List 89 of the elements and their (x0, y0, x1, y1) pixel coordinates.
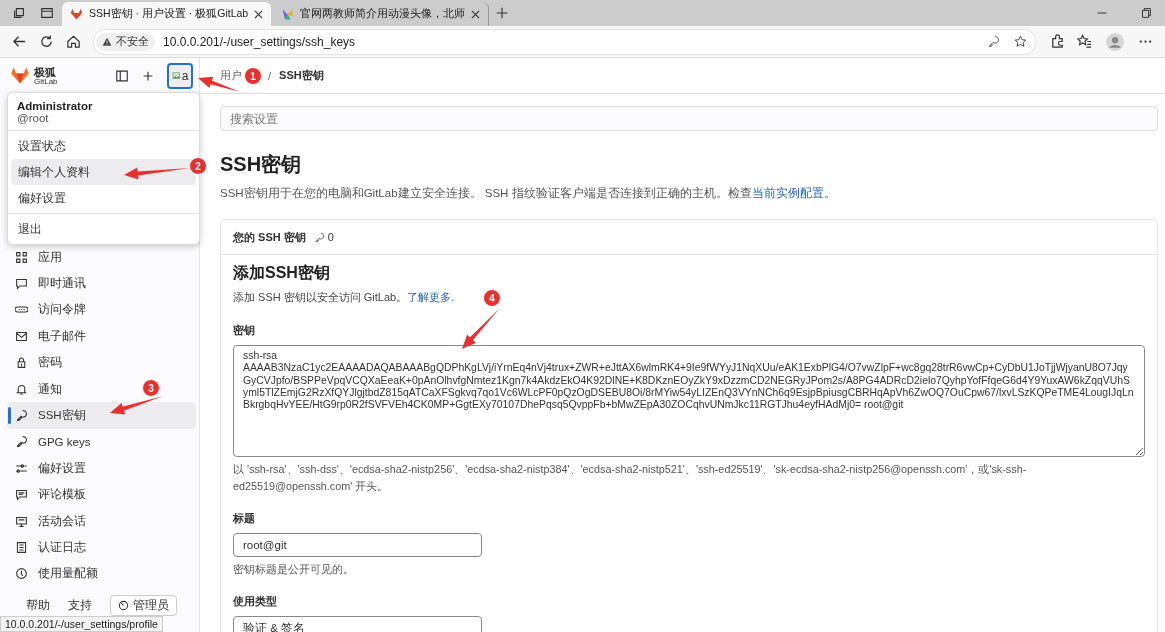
sidebar-item[interactable]: 密码 (7, 349, 70, 376)
learn-more-link[interactable]: 了解更多. (407, 291, 455, 303)
support-link[interactable]: 支持 (68, 598, 92, 614)
plus-icon[interactable] (141, 69, 155, 83)
avatar-button[interactable]: a (167, 63, 193, 89)
favorites-icon[interactable] (1077, 34, 1092, 49)
step-number-badge: 1 (244, 67, 262, 85)
sliders-icon (15, 461, 28, 475)
title-help-text: 密钥标题是公开可见的。 (233, 562, 355, 577)
colorful-logo-icon (281, 7, 295, 21)
sidebar-toggle-icon[interactable] (115, 69, 129, 83)
instance-config-link[interactable]: 当前实例配置 (751, 187, 824, 199)
key-help-text: 以 'ssh-rsa'、'ssh-dss'、'ecdsa-sha2-nistp256'、'ecdsa-sha2-nistp384'、'ecdsa-sha2-nistp521'、'ssh-ed25519'、'sk-ecdsa-sha2-nistp256@openssh.com'，或'sk-ssh-ed25519@openssh.com' 开头。 (233, 462, 1028, 494)
sidebar-item[interactable]: SSH密钥 (7, 402, 196, 429)
mail-icon (15, 329, 28, 343)
warning-icon (102, 36, 112, 47)
menu-item[interactable]: 编辑个人资料 (11, 159, 196, 185)
sign-out-item[interactable]: 退出 (11, 216, 196, 242)
security-badge[interactable]: 不安全 (96, 32, 155, 51)
form-subtitle: 添加 SSH 密钥以安全访问 GitLab。了解更多. (233, 290, 455, 305)
annotation-arrow (110, 396, 163, 415)
key-count: 0 (327, 231, 334, 243)
brand-name: 极狐 (34, 66, 57, 78)
fox-logo-icon[interactable] (10, 66, 30, 86)
close-icon[interactable] (471, 9, 481, 19)
key-icon[interactable] (987, 35, 1000, 48)
help-link[interactable]: 帮助 (26, 598, 50, 614)
gauge-icon (15, 567, 28, 581)
sidebar-item[interactable]: GPG keys (7, 428, 99, 456)
page-title: SSH密钥 (220, 152, 303, 177)
field-label: 使用类型 (233, 594, 278, 609)
menu-item[interactable]: 设置状态 (11, 133, 196, 159)
back-icon[interactable] (12, 34, 27, 49)
log-icon (15, 541, 28, 554)
field-label: 密钥 (233, 323, 256, 338)
annotation-arrow (124, 167, 190, 180)
url-text: 10.0.0.201/-/user_settings/ssh_keys (163, 34, 356, 49)
refresh-icon[interactable] (39, 34, 54, 49)
search-field[interactable]: 搜索设置 (220, 106, 1158, 131)
profile-avatar-icon[interactable] (1106, 32, 1124, 51)
sidebar-item[interactable]: 电子邮件 (7, 323, 94, 350)
sidebar-item[interactable]: 即时通讯 (7, 270, 94, 297)
admin-icon (118, 600, 129, 612)
breadcrumb-separator: / (268, 69, 272, 82)
page-description: SSH密钥用于在您的电脑和GitLab建立安全连接。 SSH 指纹验证客户端是否连接到正确的主机。检查当前实例配置。 (220, 186, 837, 201)
extensions-icon[interactable] (1050, 34, 1065, 49)
workspaces-icon[interactable] (12, 6, 26, 20)
sidebar-item[interactable]: 使用量配额 (7, 560, 106, 588)
menu-item[interactable]: 偏好设置 (11, 185, 196, 211)
form-title: 添加SSH密钥 (233, 263, 331, 283)
card-title: 您的 SSH 密钥 (233, 229, 306, 245)
key-icon (313, 231, 325, 243)
monitor-icon (15, 514, 28, 528)
new-tab-icon[interactable] (495, 6, 510, 20)
user-handle: @root (17, 112, 50, 124)
fox-logo-icon (70, 7, 83, 21)
status-bar-url: 10.0.0.201/-/user_settings/profile (0, 616, 163, 632)
field-label: 标题 (233, 511, 256, 526)
sidebar-item[interactable]: 评论模板 (7, 481, 94, 508)
admin-button[interactable]: 管理员 (110, 595, 177, 617)
key-field[interactable]: ssh-rsa AAAAB3NzaC1yc2EAAAADAQABAAABgQDPhKgLVj/iYrnEq4nVj4trux+ZWR+eJttAX6wlmRK4+9Ie9fWYyJ1NqXUu/eAK1ExbPlG4/O7vwZlpF+wc8gq28trR6vwCp+CyDbU1JoTjjWjyanU8O7JqyGyCVJpfo/BSPPeVpqVCQXaEeaK+0pAnOlhvfgNmtez1Kgn7k4AkdzEkO4K92DlNE+K8DKznEOyZkY9xDzzmCD2NEGRyJPom2s/A8PG4ADRcD2ielo7QyhpYofFfqeG6d4Y9YuxAW6kZqqVUhSyml5TlZEmjG2RzXfQYJlgjtbdZ815qATCaXFSgkvq7qo1Vc6WLcPF0pQzOgDSEBU8Oi/8rMYiw54yLIZEnQ3VYnNCh6q9EsjpBpiusgCBRHqApVh6ZwOQ7OuCpw67/lxvLSzKQPeTME4LougIJqLnBkrgbqHvYEE/HtG9rp0R2fSVFVEh4CK0MP+GgtEXy70107DhePqsq5QvppFb+bMwZEpA30ZOCqhvUNmJkc11RGTJhu4eyfHAdMj0= root@git (233, 345, 1145, 457)
sidebar-item[interactable]: 应用 (7, 244, 70, 271)
sidebar-item[interactable]: 通知 (7, 375, 70, 403)
close-icon[interactable] (254, 9, 264, 19)
breadcrumb-current[interactable]: SSH密钥 (279, 68, 324, 83)
lock-icon (15, 356, 28, 370)
key-icon (15, 435, 28, 449)
security-label: 不安全 (116, 34, 149, 49)
bell-icon (15, 382, 28, 396)
sidebar-item[interactable]: 活动会话 (7, 507, 94, 535)
apps-icon (15, 250, 28, 264)
comment-icon (15, 488, 28, 502)
broken-image-icon (171, 71, 182, 81)
sidebar-item[interactable]: 偏好设置 (7, 455, 94, 482)
breadcrumb-link[interactable]: 用户 (220, 68, 242, 83)
star-icon[interactable] (1014, 35, 1027, 48)
sidebar-item[interactable]: 访问令牌 (7, 296, 94, 324)
restore-icon[interactable] (1139, 6, 1153, 20)
address-bar[interactable]: 不安全 10.0.0.201/-/user_settings/ssh_keys (93, 28, 1036, 55)
sidebar-item[interactable]: 认证日志 (7, 534, 94, 561)
brand-subtitle: GitLab (34, 77, 58, 86)
browser-tab[interactable]: SSH密钥 · 用户设置 · 极狐GitLab (62, 2, 272, 26)
chat-icon (15, 277, 28, 291)
home-icon[interactable] (66, 34, 81, 49)
user-name: Administrator (17, 100, 94, 112)
annotation-arrow (462, 308, 500, 349)
title-field[interactable]: root@git (233, 533, 482, 557)
key-icon (15, 409, 28, 423)
tab-actions-icon[interactable] (40, 6, 54, 20)
